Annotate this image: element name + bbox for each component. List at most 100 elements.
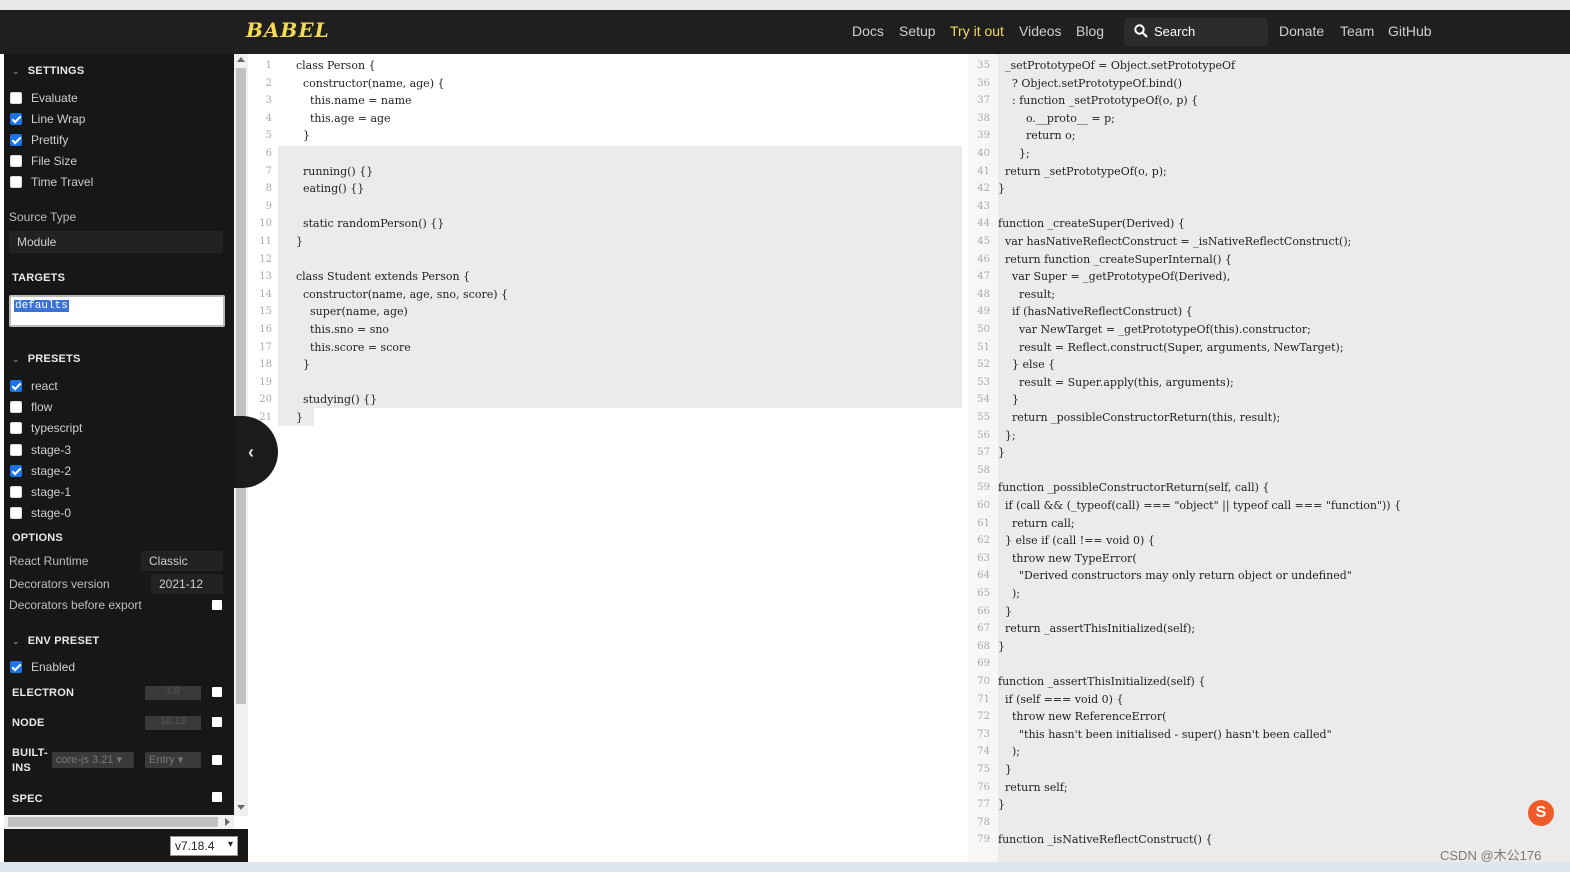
preset-stage-1[interactable]: stage-1 [10,483,71,501]
decorators-before-export-checkbox[interactable] [212,600,222,610]
builtins-checkbox[interactable] [212,755,222,765]
stage-0-checkbox[interactable] [10,507,22,519]
source-type-select[interactable]: Module [9,231,223,253]
code-line: 9 [248,198,968,216]
file-size-checkbox[interactable] [10,155,22,167]
preset-stage-0[interactable]: stage-0 [10,504,71,522]
option-evaluate[interactable]: Evaluate [10,89,78,107]
electron-checkbox[interactable] [212,687,222,697]
react-runtime-label: React Runtime [9,554,89,568]
settings-section-header[interactable]: ⌄ SETTINGS [12,65,84,77]
react-checkbox[interactable] [10,380,22,392]
nav-team[interactable]: Team [1340,23,1374,39]
react-runtime-select[interactable]: Classic [141,551,223,571]
code-text: class Student extends Person { [282,270,471,284]
flow-checkbox[interactable] [10,401,22,413]
code-line: 8 eating() {} [248,180,968,198]
sidebar-scroll-thumb[interactable] [236,68,246,704]
spec-checkbox[interactable] [212,792,222,802]
preset-typescript[interactable]: typescript [10,419,82,437]
nav-setup[interactable]: Setup [899,23,936,39]
nav-try-it-out[interactable]: Try it out [950,23,1004,39]
code-line: 18 } [248,356,968,374]
stage-2-checkbox[interactable] [10,465,22,477]
env-enabled[interactable]: Enabled [10,658,75,676]
builtins-mode-select[interactable]: Entry ▾ [145,752,201,768]
stage-1-checkbox[interactable] [10,486,22,498]
node-version-input[interactable]: 10.13 [145,716,201,730]
nav-videos[interactable]: Videos [1019,23,1062,39]
line-number: 62 [977,535,990,547]
scroll-up-icon[interactable] [237,57,245,62]
taskbar-strip [0,862,1570,872]
electron-label: ELECTRON [12,687,75,699]
code-line: 52 } else { [968,356,1570,374]
nav-docs[interactable]: Docs [852,23,884,39]
search-box[interactable]: Search [1124,18,1268,46]
presets-section-header[interactable]: ⌄ PRESETS [12,353,81,365]
preset-stage-2[interactable]: stage-2 [10,462,71,480]
babel-logo[interactable]: BABEL [246,18,330,42]
source-type-label: Source Type [9,210,77,224]
line-number: 63 [977,552,990,564]
preset-react[interactable]: react [10,377,58,395]
line-number: 71 [977,693,990,705]
targets-input[interactable]: defaults [9,295,225,327]
code-text: this.score = score [282,340,411,354]
option-line-wrap[interactable]: Line Wrap [10,110,85,128]
code-text: throw new ReferenceError( [998,710,1167,724]
chevron-down-icon: ⌄ [12,636,20,646]
option-file-size[interactable]: File Size [10,152,77,170]
scroll-right-icon[interactable] [225,818,230,826]
env-enabled-checkbox[interactable] [10,661,22,673]
code-line: 73 "this hasn't been initialised - super… [968,726,1570,744]
sidebar-hscroll-thumb[interactable] [8,817,218,827]
line-number: 14 [259,288,272,300]
code-text: studying() {} [282,393,378,407]
line-number: 53 [977,376,990,388]
code-text: this.sno = sno [282,323,390,336]
code-line: 35 _setPrototypeOf = Object.setPrototype… [968,57,1570,75]
csdn-logo-icon[interactable]: S [1528,800,1554,826]
code-line: 62 } else if (call !== void 0) { [968,532,1570,550]
prettify-checkbox[interactable] [10,134,22,146]
env-preset-section-header[interactable]: ⌄ ENV PRESET [12,635,99,647]
code-text: } else if (call !== void 0) { [998,534,1155,548]
line-number: 50 [977,324,990,335]
line-number: 74 [977,746,990,758]
builtins-corejs-select[interactable]: core-js 3.21 ▾ [52,752,134,768]
nav-blog[interactable]: Blog [1076,23,1104,39]
code-text: } [282,358,310,372]
line-number: 41 [977,165,990,177]
preset-stage-3[interactable]: stage-3 [10,441,71,459]
babel-version-select[interactable]: v7.18.4 ▾ [170,836,238,856]
line-wrap-checkbox[interactable] [10,113,22,125]
evaluate-checkbox[interactable] [10,92,22,104]
line-number: 61 [977,517,990,529]
sidebar-horizontal-scrollbar[interactable] [4,815,234,829]
electron-version-input[interactable]: 1.8 [145,686,201,700]
code-text: ); [998,745,1020,759]
line-number: 18 [259,359,272,371]
code-text: return _possibleConstructorReturn(this, … [998,411,1281,424]
nav-github[interactable]: GitHub [1388,23,1432,39]
typescript-checkbox[interactable] [10,422,22,434]
time-travel-checkbox[interactable] [10,176,22,188]
node-checkbox[interactable] [212,717,222,727]
option-prettify[interactable]: Prettify [10,131,68,149]
preset-flow[interactable]: flow [10,398,52,416]
code-line: 70 function _assertThisInitialized(self) … [968,673,1570,691]
line-number: 10 [259,218,272,230]
targets-title: TARGETS [12,272,66,284]
option-time-travel[interactable]: Time Travel [10,173,93,191]
nav-donate[interactable]: Donate [1279,23,1324,39]
input-code-editor[interactable]: 1 class Person {2 constructor(name, age)… [248,54,968,862]
line-number: 8 [265,183,272,195]
line-number: 13 [259,271,272,283]
code-text: function _createSuper(Derived) { [998,217,1185,231]
stage-3-checkbox[interactable] [10,444,22,456]
scroll-down-icon[interactable] [237,805,245,810]
output-code-editor[interactable]: 35 _setPrototypeOf = Object.setPrototype… [968,54,1570,862]
decorators-version-select[interactable]: 2021-12 [151,574,223,594]
decorators-before-export-label: Decorators before export [9,598,142,612]
